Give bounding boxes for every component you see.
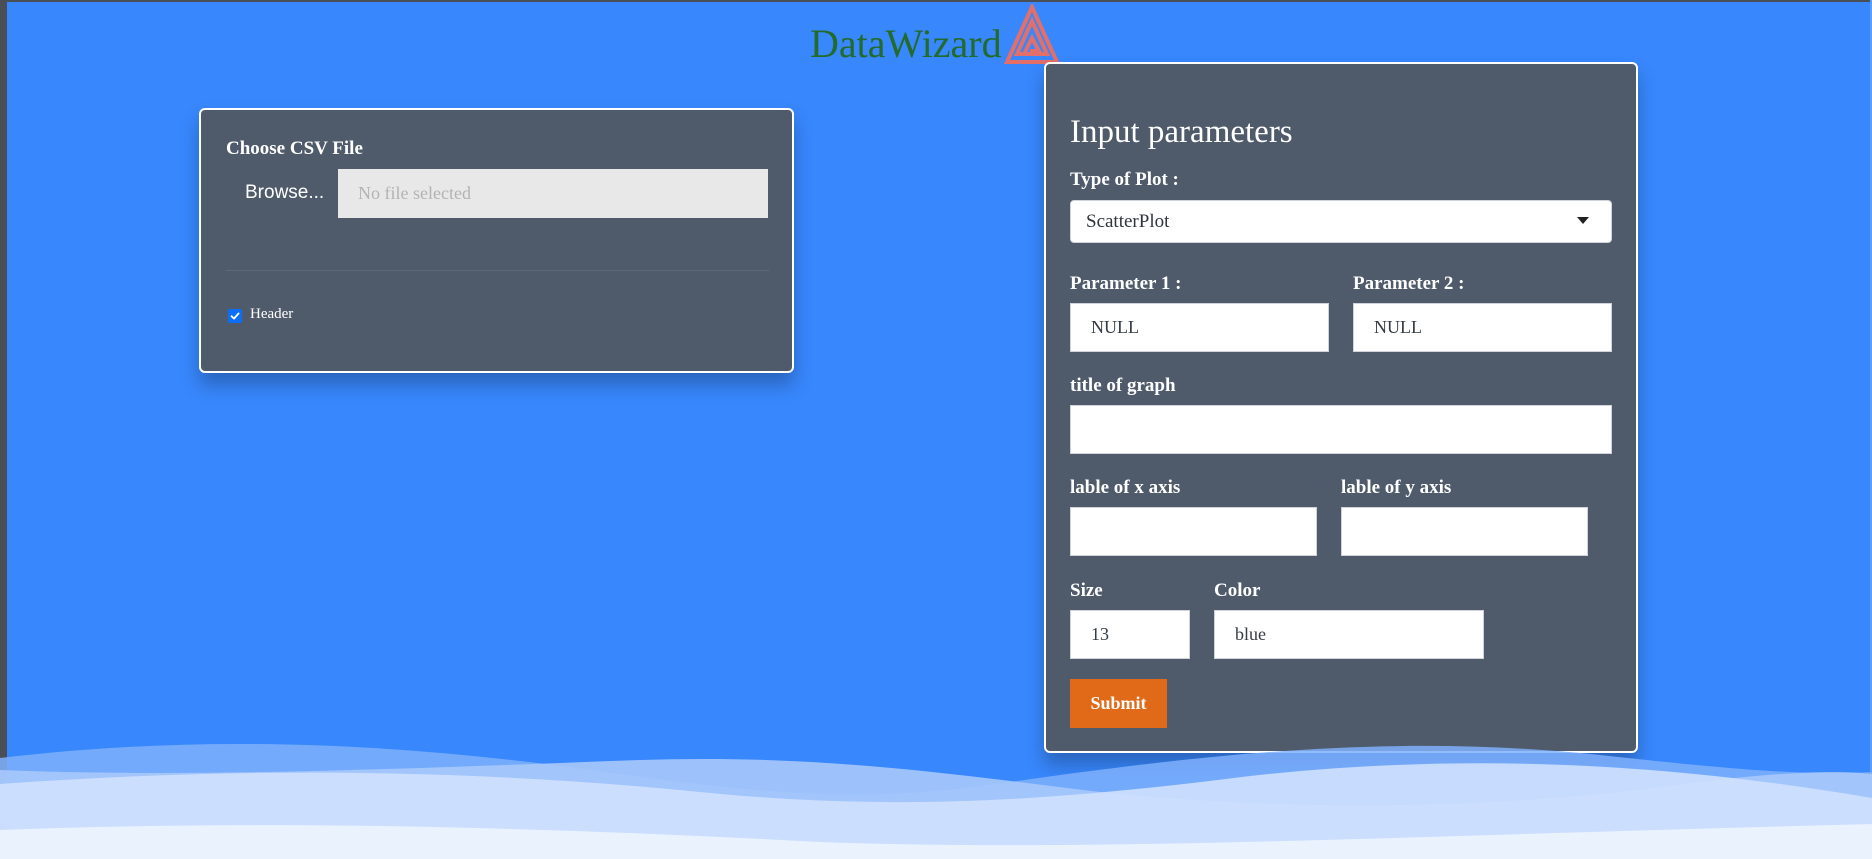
header-checkbox[interactable] <box>228 309 242 323</box>
window-top-edge <box>0 0 1872 2</box>
x-axis-input[interactable] <box>1070 507 1317 556</box>
y-axis-label: lable of y axis <box>1341 477 1452 498</box>
decorative-waves <box>0 743 1872 859</box>
triangle-spiral-logo-icon <box>1003 4 1060 64</box>
file-panel-divider <box>226 270 769 271</box>
y-axis-input[interactable] <box>1341 507 1588 556</box>
color-input[interactable]: blue <box>1214 610 1484 659</box>
brand-name: DataWizard <box>810 21 1002 66</box>
plot-type-value: ScatterPlot <box>1086 210 1170 232</box>
brand: DataWizard <box>810 4 1060 66</box>
parameter-2-label: Parameter 2 : <box>1353 273 1465 294</box>
file-upload-panel: Choose CSV File Browse... No file select… <box>199 108 794 373</box>
plot-type-label: Type of Plot : <box>1070 169 1179 190</box>
parameter-1-input[interactable]: NULL <box>1070 303 1329 352</box>
chevron-down-icon <box>1577 217 1589 224</box>
window-left-edge <box>0 0 7 859</box>
file-upload-title: Choose CSV File <box>226 138 363 159</box>
parameter-1-label: Parameter 1 : <box>1070 273 1182 294</box>
color-label: Color <box>1214 580 1261 601</box>
input-parameters-panel: Input parameters Type of Plot : ScatterP… <box>1044 62 1638 753</box>
graph-title-input[interactable] <box>1070 405 1612 454</box>
header-checkbox-label: Header <box>250 306 294 322</box>
plot-type-select[interactable]: ScatterPlot <box>1070 200 1612 243</box>
submit-button[interactable]: Submit <box>1070 679 1167 728</box>
graph-title-label: title of graph <box>1070 375 1176 396</box>
checkmark-icon <box>230 312 240 320</box>
size-label: Size <box>1070 580 1103 601</box>
x-axis-label: lable of x axis <box>1070 477 1181 498</box>
parameter-2-input[interactable]: NULL <box>1353 303 1612 352</box>
browse-button[interactable]: Browse... <box>245 182 324 204</box>
size-input[interactable]: 13 <box>1070 610 1190 659</box>
file-name-field[interactable]: No file selected <box>338 169 768 218</box>
panel-heading: Input parameters <box>1070 114 1293 150</box>
